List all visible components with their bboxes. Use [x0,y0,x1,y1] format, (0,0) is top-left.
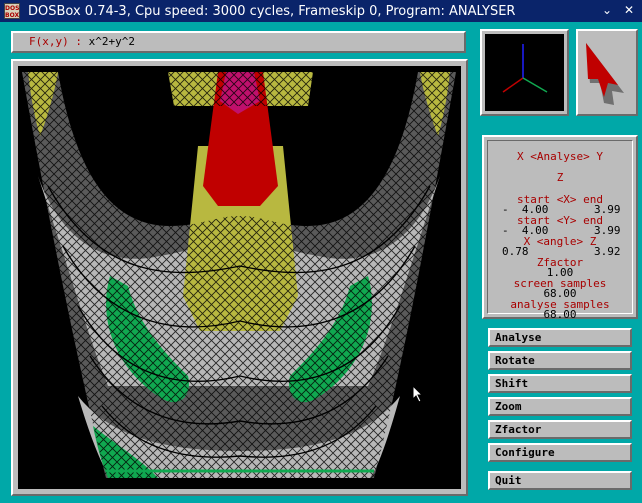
shift-button[interactable]: Shift [488,374,632,393]
formula-expression: x^2+y^2 [88,35,135,48]
title-bar: DOS BOX DOSBox 0.74-3, Cpu speed: 3000 c… [0,0,642,22]
panel-heading: X <Analyse> Y [516,150,604,163]
start-y-to: 3.99 [594,224,621,237]
surface-plot[interactable] [18,66,461,489]
axis-z-label: Z [556,171,564,184]
window-title: DOSBox 0.74-3, Cpu speed: 3000 cycles, F… [28,3,516,19]
x-axis-line [502,77,524,93]
formula-label: F(x,y) : [29,35,82,48]
analyse-samples-value: 68.00 [543,308,577,321]
zfactor-button[interactable]: Zfactor [488,420,632,439]
y-axis-line [522,77,548,93]
arrow-logo [576,29,638,116]
plot-frame [11,59,468,496]
mouse-pointer-icon [412,384,424,407]
zoom-button[interactable]: Zoom [488,397,632,416]
quit-button[interactable]: Quit [488,471,632,490]
chevron-down-icon[interactable]: ⌄ [600,3,614,17]
close-icon[interactable]: ✕ [622,3,636,17]
dosbox-desktop: F(x,y) : x^2+y^2 X <Analyse> Y Z start <… [0,22,642,503]
angle-z-value: 3.92 [594,245,621,258]
axes-preview [480,29,569,116]
rotate-button[interactable]: Rotate [488,351,632,370]
configure-button[interactable]: Configure [488,443,632,462]
analyse-button[interactable]: Analyse [488,328,632,347]
dosbox-icon: DOS BOX [4,3,20,19]
formula-bar[interactable]: F(x,y) : x^2+y^2 [11,31,466,53]
analyse-info-panel: X <Analyse> Y Z start <X> end - 4.00 3.9… [482,135,638,321]
angle-x-value: 0.78 [502,245,529,258]
